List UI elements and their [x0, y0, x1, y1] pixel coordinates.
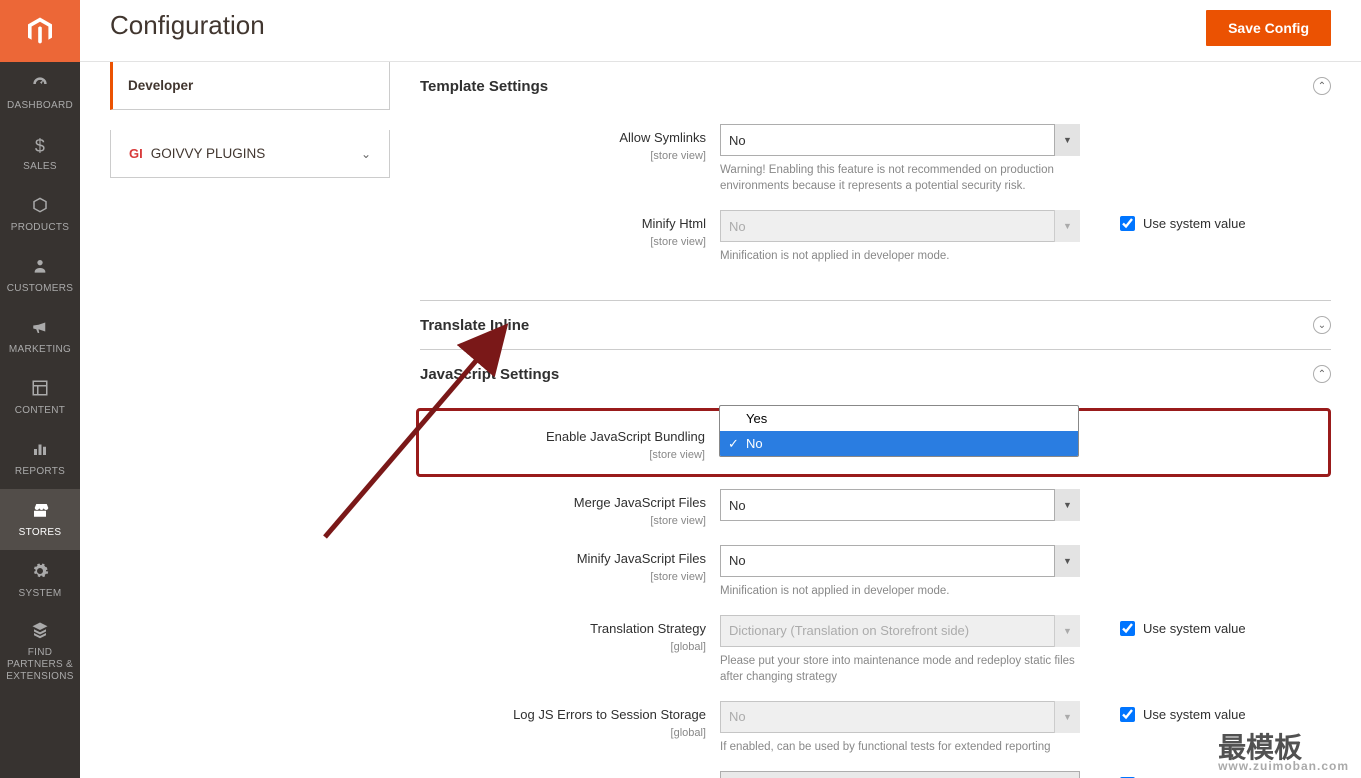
use-system-checkbox[interactable]: Use system value	[1120, 615, 1246, 636]
field-note: Warning! Enabling this feature is not re…	[720, 162, 1080, 194]
tab-label: Developer	[128, 78, 193, 93]
field-log-js-key: Log JS Errors to Session Storage Key [gl…	[420, 767, 1331, 778]
section-title: Template Settings	[420, 78, 548, 95]
field-label-text: Translation Strategy	[590, 621, 706, 636]
field-scope: [store view]	[420, 235, 706, 249]
admin-sidebar: DASHBOARD $ SALES PRODUCTS CUSTOMERS MARK…	[0, 0, 80, 778]
field-note: If enabled, can be used by functional te…	[720, 739, 1080, 755]
field-label-text: Minify JavaScript Files	[577, 551, 706, 566]
collapse-icon: ⌃	[1313, 365, 1331, 383]
field-merge-js: Merge JavaScript Files [store view] No▼	[420, 485, 1331, 532]
nav-stores[interactable]: STORES	[0, 489, 80, 550]
log-js-errors-select: No	[720, 701, 1080, 733]
section-javascript-settings: JavaScript Settings ⌃ Enable JavaScript …	[420, 350, 1331, 778]
field-scope: [store view]	[420, 570, 706, 584]
nav-products[interactable]: PRODUCTS	[0, 184, 80, 245]
megaphone-icon	[4, 318, 76, 340]
field-minify-js: Minify JavaScript Files [store view] No▼…	[420, 541, 1331, 603]
nav-label: FIND PARTNERS & EXTENSIONS	[6, 647, 73, 682]
dollar-icon: $	[4, 135, 76, 157]
translation-strategy-select: Dictionary (Translation on Storefront si…	[720, 615, 1080, 647]
tab-goivvy-plugins[interactable]: GIGOIVVY PLUGINS ⌄	[110, 130, 390, 178]
storefront-icon	[4, 501, 76, 523]
field-label-text: Enable JavaScript Bundling	[546, 429, 705, 444]
nav-dashboard[interactable]: DASHBOARD	[0, 62, 80, 123]
nav-content[interactable]: CONTENT	[0, 367, 80, 428]
nav-label: MARKETING	[9, 344, 71, 355]
field-note: Minification is not applied in developer…	[720, 583, 1080, 599]
layout-icon	[4, 379, 76, 401]
nav-label: DASHBOARD	[7, 100, 73, 111]
nav-marketing[interactable]: MARKETING	[0, 306, 80, 367]
field-enable-js-bundling: Enable JavaScript Bundling [store view] …	[419, 419, 1324, 466]
nav-partners[interactable]: FIND PARTNERS & EXTENSIONS	[0, 611, 80, 693]
nav-label: SYSTEM	[19, 588, 62, 599]
field-minify-html: Minify Html [store view] No▼ Minificatio…	[420, 206, 1331, 268]
nav-system[interactable]: SYSTEM	[0, 550, 80, 611]
section-header[interactable]: Translate Inline ⌄	[420, 301, 1331, 349]
section-title: JavaScript Settings	[420, 366, 559, 383]
field-scope: [store view]	[420, 149, 706, 163]
field-scope: [global]	[420, 726, 706, 740]
field-label-text: Log JS Errors to Session Storage	[513, 707, 706, 722]
minify-html-select: No	[720, 210, 1080, 242]
expand-icon: ⌄	[1313, 316, 1331, 334]
merge-js-select[interactable]: No	[720, 489, 1080, 521]
collapse-icon: ⌃	[1313, 77, 1331, 95]
config-tabs: Developer GIGOIVVY PLUGINS ⌄	[80, 62, 390, 778]
field-log-js-errors: Log JS Errors to Session Storage [global…	[420, 697, 1331, 759]
nav-label: SALES	[23, 161, 57, 172]
section-translate-inline: Translate Inline ⌄	[420, 301, 1331, 350]
page-header: Configuration Save Config	[80, 0, 1361, 62]
magento-logo[interactable]	[0, 0, 80, 62]
tab-developer[interactable]: Developer	[110, 62, 390, 110]
tab-label: GIGOIVVY PLUGINS	[129, 146, 265, 161]
field-note: Minification is not applied in developer…	[720, 248, 1080, 264]
field-label-text: Allow Symlinks	[619, 130, 706, 145]
config-form: Template Settings ⌃ Allow Symlinks [stor…	[390, 62, 1361, 778]
person-icon	[4, 257, 76, 279]
watermark: 最模板 www.zuimoban.com	[1218, 734, 1349, 772]
field-label-text: Minify Html	[642, 216, 706, 231]
chevron-down-icon: ⌄	[361, 147, 371, 161]
nav-reports[interactable]: REPORTS	[0, 428, 80, 489]
nav-label: REPORTS	[15, 466, 65, 477]
minify-js-select[interactable]: No	[720, 545, 1080, 577]
gear-icon	[4, 562, 76, 584]
log-js-key-input	[720, 771, 1080, 778]
section-template-settings: Template Settings ⌃ Allow Symlinks [stor…	[420, 62, 1331, 301]
use-system-checkbox[interactable]: Use system value	[1120, 701, 1246, 722]
nav-label: STORES	[19, 527, 62, 538]
gauge-icon	[4, 74, 76, 96]
nav-sales[interactable]: $ SALES	[0, 123, 80, 184]
section-header[interactable]: Template Settings ⌃	[420, 62, 1331, 110]
section-title: Translate Inline	[420, 317, 529, 334]
chart-icon	[4, 440, 76, 462]
field-allow-symlinks: Allow Symlinks [store view] No▼ Warning!…	[420, 120, 1331, 198]
stack-icon	[4, 621, 76, 643]
option-yes[interactable]: Yes	[720, 406, 1078, 431]
use-system-checkbox[interactable]: Use system value	[1120, 210, 1246, 231]
field-note: Please put your store into maintenance m…	[720, 653, 1080, 685]
section-header[interactable]: JavaScript Settings ⌃	[420, 350, 1331, 398]
field-scope: [global]	[420, 640, 706, 654]
nav-customers[interactable]: CUSTOMERS	[0, 245, 80, 306]
field-label-text: Merge JavaScript Files	[574, 495, 706, 510]
nav-label: CUSTOMERS	[7, 283, 73, 294]
magento-logo-icon	[25, 16, 55, 46]
allow-symlinks-select[interactable]: No	[720, 124, 1080, 156]
option-no[interactable]: No	[720, 431, 1078, 456]
nav-label: PRODUCTS	[11, 222, 70, 233]
cube-icon	[4, 196, 76, 218]
nav-label: CONTENT	[15, 405, 65, 416]
save-config-button[interactable]: Save Config	[1206, 10, 1331, 46]
page-title: Configuration	[110, 10, 265, 41]
dropdown-options: Yes No	[719, 405, 1079, 457]
field-scope: [store view]	[420, 514, 706, 528]
highlighted-setting: Enable JavaScript Bundling [store view] …	[416, 408, 1331, 477]
field-translation-strategy: Translation Strategy [global] Dictionary…	[420, 611, 1331, 689]
field-scope: [store view]	[419, 448, 705, 462]
